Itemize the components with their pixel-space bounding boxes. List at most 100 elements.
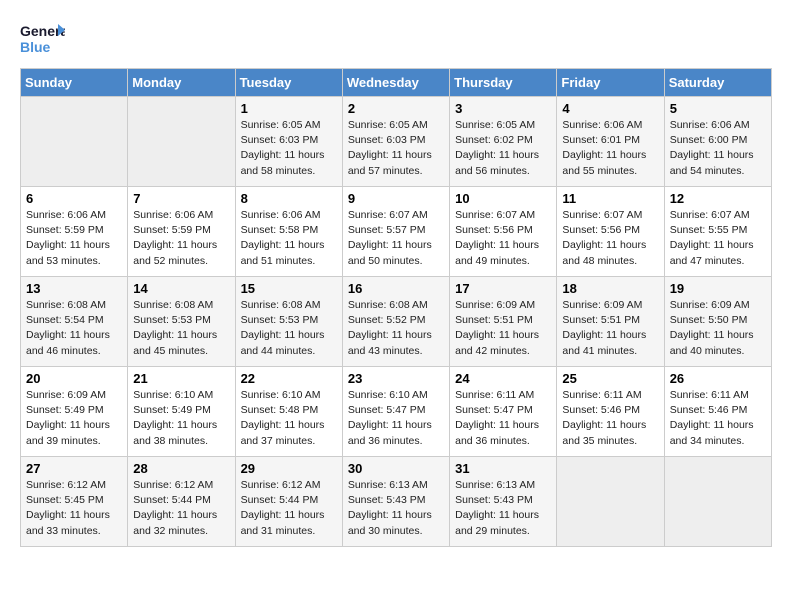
- day-info: Sunrise: 6:12 AM Sunset: 5:45 PM Dayligh…: [26, 478, 122, 539]
- day-number: 5: [670, 101, 766, 116]
- day-info: Sunrise: 6:09 AM Sunset: 5:49 PM Dayligh…: [26, 388, 122, 449]
- day-number: 13: [26, 281, 122, 296]
- day-number: 29: [241, 461, 337, 476]
- day-info: Sunrise: 6:11 AM Sunset: 5:47 PM Dayligh…: [455, 388, 551, 449]
- calendar-cell: 2Sunrise: 6:05 AM Sunset: 6:03 PM Daylig…: [342, 97, 449, 187]
- calendar-cell: 10 Sunrise: 6:07 AM Sunset: 5:56 PM Dayli…: [450, 187, 557, 277]
- day-number: 24: [455, 371, 551, 386]
- day-number: 8: [241, 191, 337, 206]
- day-info: Sunrise: 6:11 AM Sunset: 5:46 PM Dayligh…: [562, 388, 658, 449]
- day-number: 30: [348, 461, 444, 476]
- day-info: Sunrise: 6:07 AM Sunset: 5:55 PM Dayligh…: [670, 208, 766, 269]
- calendar-cell: 28 Sunrise: 6:12 AM Sunset: 5:44 PM Dayli…: [128, 457, 235, 547]
- day-number: 1: [241, 101, 337, 116]
- day-info: Sunrise: 6:06 AM Sunset: 6:00 PM Dayligh…: [670, 118, 766, 179]
- day-info: Sunrise: 6:08 AM Sunset: 5:54 PM Dayligh…: [26, 298, 122, 359]
- calendar-cell: 13 Sunrise: 6:08 AM Sunset: 5:54 PM Dayli…: [21, 277, 128, 367]
- header-saturday: Saturday: [664, 69, 771, 97]
- day-info: Sunrise: 6:05 AM Sunset: 6:03 PM Dayligh…: [241, 118, 337, 179]
- calendar-cell: 20 Sunrise: 6:09 AM Sunset: 5:49 PM Dayli…: [21, 367, 128, 457]
- day-info: Sunrise: 6:10 AM Sunset: 5:47 PM Dayligh…: [348, 388, 444, 449]
- day-number: 10: [455, 191, 551, 206]
- day-info: Sunrise: 6:10 AM Sunset: 5:48 PM Dayligh…: [241, 388, 337, 449]
- day-info: Sunrise: 6:09 AM Sunset: 5:51 PM Dayligh…: [562, 298, 658, 359]
- day-info: Sunrise: 6:10 AM Sunset: 5:49 PM Dayligh…: [133, 388, 229, 449]
- calendar-cell: [664, 457, 771, 547]
- header-friday: Friday: [557, 69, 664, 97]
- day-number: 14: [133, 281, 229, 296]
- day-info: Sunrise: 6:08 AM Sunset: 5:52 PM Dayligh…: [348, 298, 444, 359]
- week-row-3: 13 Sunrise: 6:08 AM Sunset: 5:54 PM Dayli…: [21, 277, 772, 367]
- day-number: 23: [348, 371, 444, 386]
- calendar-cell: [557, 457, 664, 547]
- calendar-cell: [128, 97, 235, 187]
- day-number: 6: [26, 191, 122, 206]
- day-info: Sunrise: 6:12 AM Sunset: 5:44 PM Dayligh…: [133, 478, 229, 539]
- day-info: Sunrise: 6:05 AM Sunset: 6:03 PM Dayligh…: [348, 118, 444, 179]
- day-info: Sunrise: 6:13 AM Sunset: 5:43 PM Dayligh…: [455, 478, 551, 539]
- day-info: Sunrise: 6:09 AM Sunset: 5:51 PM Dayligh…: [455, 298, 551, 359]
- calendar-cell: 23 Sunrise: 6:10 AM Sunset: 5:47 PM Dayli…: [342, 367, 449, 457]
- calendar-cell: 31 Sunrise: 6:13 AM Sunset: 5:43 PM Dayli…: [450, 457, 557, 547]
- day-number: 21: [133, 371, 229, 386]
- day-number: 9: [348, 191, 444, 206]
- day-info: Sunrise: 6:08 AM Sunset: 5:53 PM Dayligh…: [133, 298, 229, 359]
- calendar-cell: 29 Sunrise: 6:12 AM Sunset: 5:44 PM Dayli…: [235, 457, 342, 547]
- calendar-cell: 30 Sunrise: 6:13 AM Sunset: 5:43 PM Dayli…: [342, 457, 449, 547]
- calendar-cell: 9 Sunrise: 6:07 AM Sunset: 5:57 PM Daylig…: [342, 187, 449, 277]
- day-info: Sunrise: 6:07 AM Sunset: 5:56 PM Dayligh…: [455, 208, 551, 269]
- day-number: 15: [241, 281, 337, 296]
- calendar-table: SundayMondayTuesdayWednesdayThursdayFrid…: [20, 68, 772, 547]
- day-number: 16: [348, 281, 444, 296]
- day-info: Sunrise: 6:07 AM Sunset: 5:56 PM Dayligh…: [562, 208, 658, 269]
- day-number: 20: [26, 371, 122, 386]
- svg-text:Blue: Blue: [20, 39, 51, 55]
- day-number: 19: [670, 281, 766, 296]
- week-row-2: 6 Sunrise: 6:06 AM Sunset: 5:59 PM Daylig…: [21, 187, 772, 277]
- week-row-1: 1 Sunrise: 6:05 AM Sunset: 6:03 PM Daylig…: [21, 97, 772, 187]
- calendar-cell: 3 Sunrise: 6:05 AM Sunset: 6:02 PM Daylig…: [450, 97, 557, 187]
- calendar-cell: 15Sunrise: 6:08 AM Sunset: 5:53 PM Dayli…: [235, 277, 342, 367]
- day-number: 7: [133, 191, 229, 206]
- day-number: 27: [26, 461, 122, 476]
- day-number: 3: [455, 101, 551, 116]
- calendar-cell: 4Sunrise: 6:06 AM Sunset: 6:01 PM Daylig…: [557, 97, 664, 187]
- day-info: Sunrise: 6:09 AM Sunset: 5:50 PM Dayligh…: [670, 298, 766, 359]
- header-sunday: Sunday: [21, 69, 128, 97]
- logo-bird-icon: General Blue: [20, 20, 65, 58]
- day-number: 25: [562, 371, 658, 386]
- header-thursday: Thursday: [450, 69, 557, 97]
- calendar-cell: 7Sunrise: 6:06 AM Sunset: 5:59 PM Daylig…: [128, 187, 235, 277]
- calendar-cell: 19 Sunrise: 6:09 AM Sunset: 5:50 PM Dayli…: [664, 277, 771, 367]
- day-number: 28: [133, 461, 229, 476]
- calendar-cell: 8 Sunrise: 6:06 AM Sunset: 5:58 PM Daylig…: [235, 187, 342, 277]
- day-info: Sunrise: 6:11 AM Sunset: 5:46 PM Dayligh…: [670, 388, 766, 449]
- calendar-cell: 21 Sunrise: 6:10 AM Sunset: 5:49 PM Dayli…: [128, 367, 235, 457]
- day-info: Sunrise: 6:12 AM Sunset: 5:44 PM Dayligh…: [241, 478, 337, 539]
- day-info: Sunrise: 6:05 AM Sunset: 6:02 PM Dayligh…: [455, 118, 551, 179]
- calendar-cell: 18 Sunrise: 6:09 AM Sunset: 5:51 PM Dayli…: [557, 277, 664, 367]
- day-number: 31: [455, 461, 551, 476]
- day-info: Sunrise: 6:06 AM Sunset: 5:58 PM Dayligh…: [241, 208, 337, 269]
- day-info: Sunrise: 6:06 AM Sunset: 6:01 PM Dayligh…: [562, 118, 658, 179]
- day-info: Sunrise: 6:07 AM Sunset: 5:57 PM Dayligh…: [348, 208, 444, 269]
- calendar-cell: 26 Sunrise: 6:11 AM Sunset: 5:46 PM Dayli…: [664, 367, 771, 457]
- calendar-cell: 24 Sunrise: 6:11 AM Sunset: 5:47 PM Dayli…: [450, 367, 557, 457]
- calendar-cell: 17 Sunrise: 6:09 AM Sunset: 5:51 PM Dayli…: [450, 277, 557, 367]
- week-row-5: 27 Sunrise: 6:12 AM Sunset: 5:45 PM Dayli…: [21, 457, 772, 547]
- day-info: Sunrise: 6:06 AM Sunset: 5:59 PM Dayligh…: [26, 208, 122, 269]
- header-row: SundayMondayTuesdayWednesdayThursdayFrid…: [21, 69, 772, 97]
- header-tuesday: Tuesday: [235, 69, 342, 97]
- calendar-cell: 1 Sunrise: 6:05 AM Sunset: 6:03 PM Daylig…: [235, 97, 342, 187]
- page-header: General Blue: [20, 20, 772, 58]
- day-number: 18: [562, 281, 658, 296]
- day-number: 12: [670, 191, 766, 206]
- calendar-cell: 6 Sunrise: 6:06 AM Sunset: 5:59 PM Daylig…: [21, 187, 128, 277]
- header-monday: Monday: [128, 69, 235, 97]
- day-number: 22: [241, 371, 337, 386]
- day-number: 26: [670, 371, 766, 386]
- day-number: 17: [455, 281, 551, 296]
- day-info: Sunrise: 6:13 AM Sunset: 5:43 PM Dayligh…: [348, 478, 444, 539]
- calendar-cell: 14 Sunrise: 6:08 AM Sunset: 5:53 PM Dayli…: [128, 277, 235, 367]
- header-wednesday: Wednesday: [342, 69, 449, 97]
